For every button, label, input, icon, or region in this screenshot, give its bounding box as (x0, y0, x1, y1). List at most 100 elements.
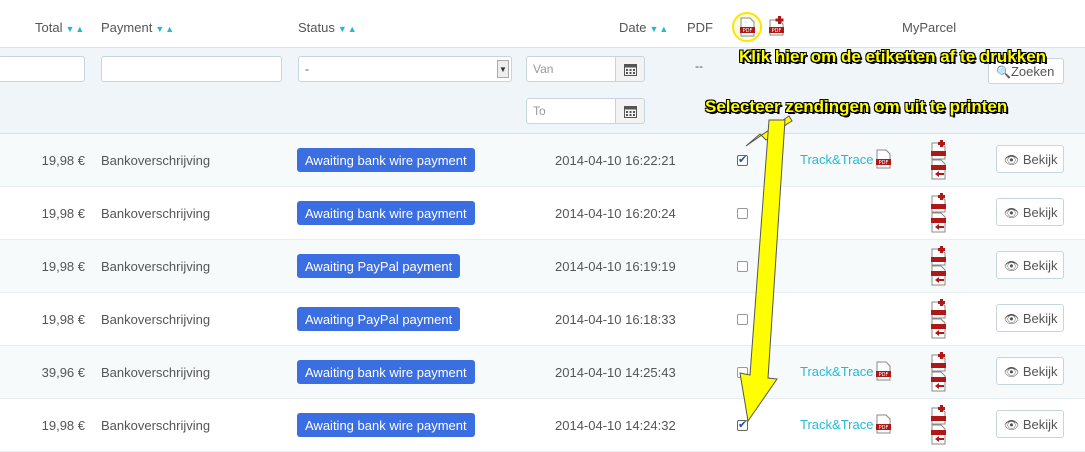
eye-icon: 👁 (1004, 153, 1020, 167)
eye-icon: 👁 (1004, 365, 1020, 379)
header-status[interactable]: Status ▼▲ (298, 20, 358, 35)
sort-arrows-icon[interactable]: ▼▲ (338, 24, 358, 34)
status-badge: Awaiting bank wire payment (297, 148, 475, 172)
row-select-checkbox[interactable] (737, 367, 748, 378)
order-payment: Bankoverschrijving (101, 418, 211, 433)
row-select-checkbox[interactable] (737, 153, 748, 166)
status-filter-value: - (305, 62, 309, 76)
view-button[interactable]: 👁 Bekijk (996, 251, 1064, 279)
order-total: 19,98 € (41, 259, 85, 274)
status-badge: Awaiting bank wire payment (297, 413, 475, 437)
myparcel-label-icon[interactable] (930, 299, 948, 342)
pdf-filter-dash: -- (695, 59, 703, 73)
myparcel-label-icon[interactable] (930, 352, 948, 395)
date-to-input[interactable]: To (526, 98, 616, 124)
view-button[interactable]: 👁 Bekijk (996, 357, 1064, 385)
order-date: 2014-04-10 16:18:33 (555, 312, 676, 327)
status-badge: Awaiting PayPal payment (297, 307, 461, 331)
pdf-add-icon[interactable]: PDF (768, 16, 785, 36)
table-row[interactable]: 19,98 € Bankoverschrijving Awaiting PayP… (0, 240, 1085, 293)
track-trace-link[interactable]: Track&Trace (800, 152, 873, 167)
sort-arrows-icon[interactable]: ▼▲ (155, 24, 175, 34)
header-myparcel: MyParcel (902, 20, 957, 35)
row-select-checkbox[interactable] (737, 314, 748, 325)
order-total: 19,98 € (41, 312, 85, 327)
status-badge: Awaiting PayPal payment (297, 254, 461, 278)
header-date-label: Date (619, 20, 647, 35)
eye-icon: 👁 (1004, 259, 1020, 273)
svg-text:PDF: PDF (879, 372, 889, 378)
print-labels-highlight[interactable]: PDF (732, 12, 762, 42)
eye-icon: 👁 (1004, 312, 1020, 326)
view-button-label: Bekijk (1022, 311, 1058, 326)
table-header: Total ▼▲ Payment ▼▲ Status ▼▲ Date ▼▲ PDF PD… (0, 0, 1085, 48)
order-date: 2014-04-10 16:19:19 (555, 259, 676, 274)
table-row[interactable]: 19,98 € Bankoverschrijving Awaiting bank… (0, 399, 1085, 452)
order-date: 2014-04-10 14:24:32 (555, 418, 676, 433)
calendar-icon[interactable] (615, 98, 645, 124)
payment-filter-input[interactable] (101, 56, 282, 82)
view-button[interactable]: 👁 Bekijk (996, 198, 1064, 226)
order-payment: Bankoverschrijving (101, 365, 211, 380)
order-total: 19,98 € (41, 153, 85, 168)
eye-icon: 👁 (1004, 418, 1020, 432)
order-total: 19,98 € (41, 418, 85, 433)
myparcel-label-icon[interactable] (930, 405, 948, 448)
myparcel-label-icon[interactable] (930, 140, 948, 183)
row-select-checkbox[interactable] (737, 418, 748, 431)
order-payment: Bankoverschrijving (101, 259, 211, 274)
header-pdf: PDF (687, 20, 713, 35)
myparcel-label-icon[interactable] (930, 193, 948, 236)
svg-text:PDF: PDF (743, 28, 753, 34)
total-filter-input[interactable] (0, 56, 85, 82)
pdf-icon[interactable]: PDF (875, 414, 892, 437)
chevron-down-icon[interactable]: ▼ (497, 60, 509, 78)
header-payment[interactable]: Payment ▼▲ (101, 20, 175, 35)
table-row[interactable]: 19,98 € Bankoverschrijving Awaiting bank… (0, 187, 1085, 240)
header-total-label: Total (35, 20, 63, 35)
order-date: 2014-04-10 16:22:21 (555, 153, 676, 168)
header-total[interactable]: Total ▼▲ (35, 20, 85, 35)
order-total: 39,96 € (41, 365, 85, 380)
header-payment-label: Payment (101, 20, 153, 35)
view-button[interactable]: 👁 Bekijk (996, 410, 1064, 438)
date-from-input[interactable]: Van (526, 56, 616, 82)
sort-arrows-icon[interactable]: ▼▲ (65, 24, 85, 34)
track-trace-link[interactable]: Track&Trace (800, 417, 873, 432)
header-status-label: Status (298, 20, 335, 35)
status-badge: Awaiting bank wire payment (297, 201, 475, 225)
pdf-icon[interactable]: PDF (875, 361, 892, 384)
eye-icon: 👁 (1004, 206, 1020, 220)
svg-text:PDF: PDF (772, 28, 782, 34)
order-date: 2014-04-10 14:25:43 (555, 365, 676, 380)
table-row[interactable]: 19,98 € Bankoverschrijving Awaiting bank… (0, 134, 1085, 187)
order-date: 2014-04-10 16:20:24 (555, 206, 676, 221)
order-payment: Bankoverschrijving (101, 206, 211, 221)
status-filter-select[interactable]: - ▼ (298, 56, 512, 82)
order-payment: Bankoverschrijving (101, 153, 211, 168)
annotation-select-shipments: Selecteer zendingen om uit te printen (705, 97, 1008, 116)
view-button-label: Bekijk (1022, 364, 1058, 379)
calendar-icon[interactable] (615, 56, 645, 82)
order-total: 19,98 € (41, 206, 85, 221)
table-row[interactable]: 19,98 € Bankoverschrijving Awaiting PayP… (0, 293, 1085, 346)
track-trace-link[interactable]: Track&Trace (800, 364, 873, 379)
pdf-icon[interactable]: PDF (875, 149, 892, 172)
row-select-checkbox[interactable] (737, 208, 748, 219)
view-button[interactable]: 👁 Bekijk (996, 145, 1064, 173)
view-button-label: Bekijk (1022, 152, 1058, 167)
view-button[interactable]: 👁 Bekijk (996, 304, 1064, 332)
header-date[interactable]: Date ▼▲ (619, 20, 669, 35)
svg-text:PDF: PDF (879, 425, 889, 431)
pdf-icon[interactable]: PDF (739, 17, 756, 37)
svg-text:PDF: PDF (879, 160, 889, 166)
table-row[interactable]: 39,96 € Bankoverschrijving Awaiting bank… (0, 346, 1085, 399)
myparcel-label-icon[interactable] (930, 246, 948, 289)
row-select-checkbox[interactable] (737, 261, 748, 272)
annotation-print-labels: Klik hier om de etiketten af te drukken (739, 47, 1047, 66)
sort-arrows-icon[interactable]: ▼▲ (649, 24, 669, 34)
order-payment: Bankoverschrijving (101, 312, 211, 327)
status-badge: Awaiting bank wire payment (297, 360, 475, 384)
view-button-label: Bekijk (1022, 258, 1058, 273)
view-button-label: Bekijk (1022, 205, 1058, 220)
